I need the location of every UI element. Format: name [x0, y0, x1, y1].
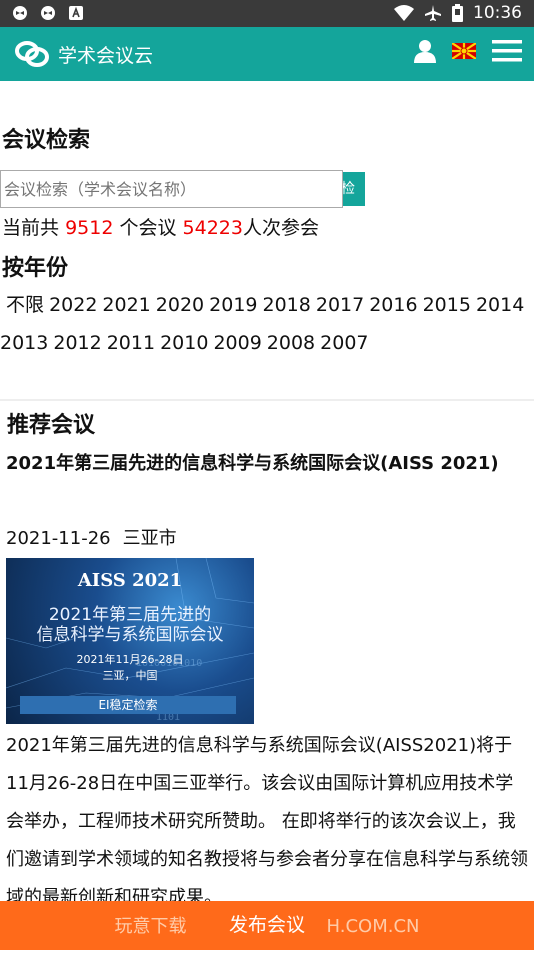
year-filter-all[interactable]: 不限 [6, 294, 44, 316]
brand[interactable]: 学术会议云 [14, 38, 153, 70]
banner-line-2: 信息科学与系统国际会议 [36, 625, 224, 645]
banner-title: AISS 2021 [77, 570, 183, 591]
battery-icon [452, 4, 463, 22]
search-form: 检索 [0, 170, 365, 208]
attendee-count: 54223 [182, 217, 243, 239]
conference-meta: 2021-11-26 三亚市 [6, 524, 177, 550]
year-filter-item[interactable]: 2018 [263, 294, 311, 316]
year-section-title: 按年份 [2, 256, 69, 281]
conference-description: 2021年第三届先进的信息科学与系统国际会议(AISS2021)将于11月26-… [6, 735, 528, 908]
search-section-title: 会议检索 [2, 128, 91, 153]
year-filter-item[interactable]: 2011 [107, 332, 155, 354]
flag-icon[interactable] [452, 43, 476, 59]
year-filter-item[interactable]: 2007 [320, 332, 368, 354]
status-left-icons [12, 5, 84, 21]
header-actions [414, 39, 522, 63]
year-filter-item[interactable]: 2016 [369, 294, 417, 316]
year-filter-item[interactable]: 2021 [102, 294, 150, 316]
conference-location: 三亚市 [122, 528, 177, 549]
conference-banner-image[interactable]: 10100101010 1101 AISS 2021 2021年第三届先进的 信息… [6, 558, 254, 724]
year-filter-item[interactable]: 2019 [209, 294, 257, 316]
logo-icon [15, 41, 49, 67]
year-filter-item[interactable]: 2022 [49, 294, 97, 316]
app-icon [13, 6, 27, 20]
banner-date: 2021年11月26-28日 [76, 653, 184, 666]
user-icon[interactable] [414, 39, 436, 63]
year-filter-item[interactable]: 2013 [0, 332, 48, 354]
app-icon [41, 6, 55, 20]
wifi-icon [394, 5, 414, 21]
year-filter-list: 不限 2022 2021 2020 2019 2018 2017 2016 2015 2014 2… [0, 286, 530, 362]
year-filter-item[interactable]: 2009 [213, 332, 261, 354]
stats-line: 当前共 9512 个会议 54223人次参会 [2, 213, 319, 240]
conference-date: 2021-11-26 [6, 528, 111, 549]
watermark-right: H.COM.CN [326, 916, 420, 937]
stats-prefix: 当前共 [2, 217, 60, 239]
year-filter-item[interactable]: 2010 [160, 332, 208, 354]
recommended-section-title: 推荐会议 [7, 413, 96, 438]
banner-badge: EI稳定检索 [20, 696, 236, 714]
year-filter-item[interactable]: 2012 [53, 332, 101, 354]
year-filter-item[interactable]: 2017 [316, 294, 364, 316]
watermark-left: 玩意下载 [114, 916, 187, 937]
menu-icon[interactable] [492, 39, 522, 63]
status-bar: 10:36 [0, 0, 534, 27]
year-filter-item[interactable]: 2008 [267, 332, 315, 354]
watermark: 玩意下载 H.COM.CN [0, 901, 534, 950]
conference-title-link[interactable]: 2021年第三届先进的信息科学与系统国际会议(AISS 2021) [6, 445, 526, 482]
app-header: 学术会议云 [0, 27, 534, 81]
airplane-icon [425, 5, 441, 21]
year-filter-item[interactable]: 2014 [476, 294, 524, 316]
search-button[interactable]: 检索 [343, 172, 365, 206]
app-icon [69, 6, 83, 20]
section-divider [0, 399, 534, 401]
status-right: 10:36 [394, 3, 522, 23]
search-input[interactable] [0, 170, 343, 208]
conference-count: 9512 [65, 217, 114, 239]
stats-suffix: 人次参会 [242, 217, 319, 239]
banner-location: 三亚，中国 [102, 669, 158, 682]
status-time: 10:36 [473, 3, 522, 23]
year-filter-item[interactable]: 2020 [156, 294, 204, 316]
year-filter-item[interactable]: 2015 [423, 294, 471, 316]
brand-name: 学术会议云 [58, 44, 154, 67]
stats-mid: 个会议 [119, 217, 177, 239]
